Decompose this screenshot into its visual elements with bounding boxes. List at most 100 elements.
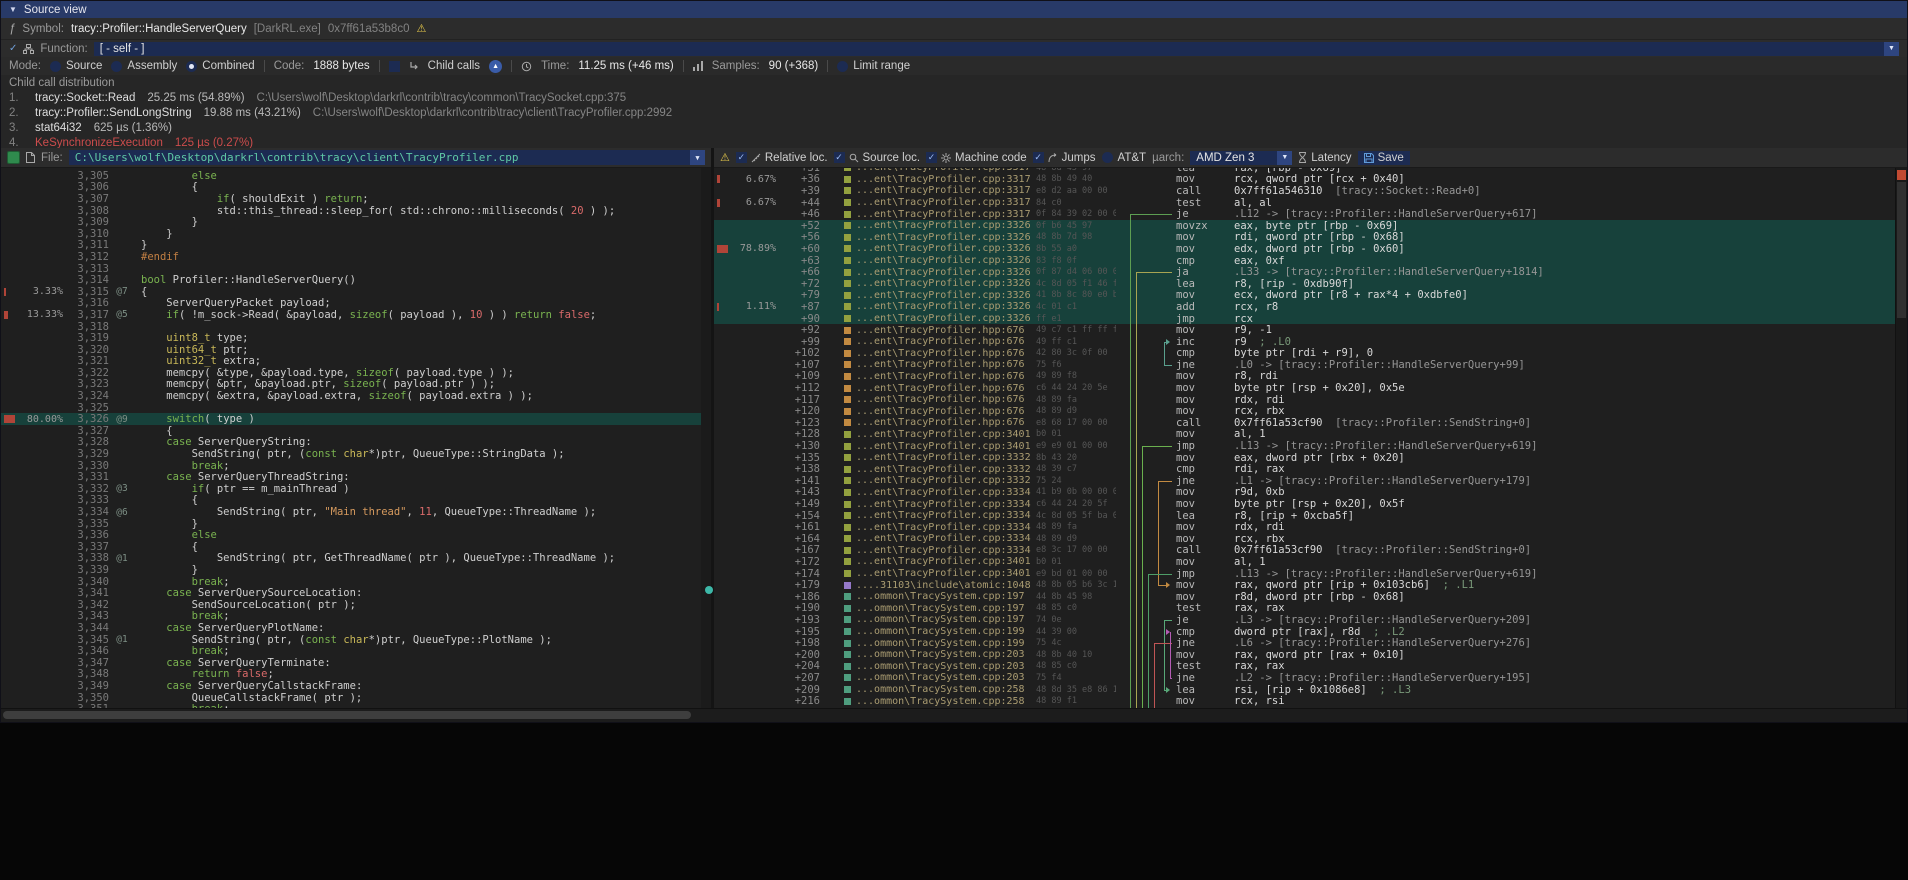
source-line[interactable]: 3,329 SendString( ptr, (const char*)ptr,… — [1, 448, 711, 460]
source-loc-toggle[interactable]: ✓ Source loc. — [834, 152, 921, 164]
source-line[interactable]: 3,335 } — [1, 518, 711, 530]
source-line[interactable]: 3.33%3,315@7{ — [1, 286, 711, 298]
asm-row[interactable]: 78.89%+60...ent\TracyProfiler.cpp:33268b… — [714, 243, 1895, 255]
asm-row[interactable]: +161...ent\TracyProfiler.cpp:333448 89 f… — [714, 521, 1895, 533]
asm-row[interactable]: +52...ent\TracyProfiler.cpp:33260f b6 45… — [714, 220, 1895, 232]
source-line[interactable]: 3,311} — [1, 240, 711, 252]
source-line[interactable]: 13.33%3,317@5 if( !m_sock->Read( &payloa… — [1, 309, 711, 321]
source-line[interactable]: 3,344 case ServerQueryPlotName: — [1, 622, 711, 634]
source-line[interactable]: 3,323 memcpy( &ptr, &payload.ptr, sizeof… — [1, 379, 711, 391]
source-line[interactable]: 3,318 — [1, 321, 711, 333]
source-line[interactable]: 3,322 memcpy( &type, &payload.type, size… — [1, 367, 711, 379]
source-line[interactable]: 3,309 } — [1, 216, 711, 228]
source-line[interactable]: 3,307 if( shouldExit ) return; — [1, 193, 711, 205]
source-line[interactable]: 3,319 uint8_t type; — [1, 332, 711, 344]
att-syntax-radio[interactable]: AT&T — [1102, 152, 1147, 164]
source-line[interactable]: 3,350 QueueCallstackFrame( ptr ); — [1, 692, 711, 704]
source-vertical-scrollbar[interactable] — [701, 168, 711, 708]
source-line[interactable]: 3,305 else — [1, 170, 711, 182]
source-line[interactable]: 3,328 case ServerQueryString: — [1, 437, 711, 449]
asm-row[interactable]: +186...ommon\TracySystem.cpp:19744 8b 45… — [714, 591, 1895, 603]
source-line[interactable]: 3,336 else — [1, 529, 711, 541]
function-combo[interactable]: [ - self - ] ▼ — [94, 42, 1899, 56]
source-line[interactable]: 3,327 { — [1, 425, 711, 437]
chevron-down-icon[interactable]: ▼ — [690, 150, 705, 165]
source-line[interactable]: 3,333 { — [1, 495, 711, 507]
asm-row[interactable]: +174...ent\TracyProfiler.cpp:3401e9 bd 0… — [714, 568, 1895, 580]
source-line[interactable]: 3,332@3 if( ptr == m_mainThread ) — [1, 483, 711, 495]
asm-row[interactable]: 6.67%+44...ent\TracyProfiler.cpp:331784 … — [714, 197, 1895, 209]
source-line[interactable]: 3,343 break; — [1, 611, 711, 623]
asm-row[interactable]: +149...ent\TracyProfiler.cpp:3334c6 44 2… — [714, 498, 1895, 510]
horizontal-scrollbar-thumb[interactable] — [3, 711, 691, 719]
asm-row[interactable]: +198...ommon\TracySystem.cpp:19975 4cjne… — [714, 637, 1895, 649]
source-line[interactable]: 3,340 break; — [1, 576, 711, 588]
titlebar[interactable]: ▼ Source view — [1, 1, 1907, 18]
source-line[interactable]: 3,312#endif — [1, 251, 711, 263]
asm-row[interactable]: +143...ent\TracyProfiler.cpp:333441 b9 0… — [714, 487, 1895, 499]
asm-row[interactable]: +204...ommon\TracySystem.cpp:20348 85 c0… — [714, 661, 1895, 673]
asm-row[interactable]: +63...ent\TracyProfiler.cpp:332683 f8 0f… — [714, 255, 1895, 267]
chevron-down-icon[interactable]: ▼ — [1884, 42, 1899, 56]
asm-row[interactable]: +195...ommon\TracySystem.cpp:19944 39 00… — [714, 626, 1895, 638]
mode-radio-assembly[interactable]: Assembly — [111, 60, 177, 72]
latency-toggle[interactable]: Latency — [1298, 152, 1351, 164]
asm-row[interactable]: +164...ent\TracyProfiler.cpp:333448 89 d… — [714, 533, 1895, 545]
relative-loc-checkbox[interactable]: ✓ — [736, 152, 747, 163]
save-button[interactable]: Save — [1358, 151, 1410, 165]
asm-row[interactable]: +216...ommon\TracySystem.cpp:25848 89 f1… — [714, 695, 1895, 707]
mode-radio-source[interactable]: Source — [50, 60, 102, 72]
asm-row[interactable]: +130...ent\TracyProfiler.cpp:3401e9 e9 0… — [714, 440, 1895, 452]
asm-row[interactable]: +90...ent\TracyProfiler.cpp:3326ff e1jmp… — [714, 313, 1895, 325]
source-line[interactable]: 3,346 break; — [1, 645, 711, 657]
asm-row[interactable]: +79...ent\TracyProfiler.cpp:332641 8b 8c… — [714, 290, 1895, 302]
asm-row[interactable]: 1.11%+87...ent\TracyProfiler.cpp:33264c … — [714, 301, 1895, 313]
scrollbar-thumb[interactable] — [1897, 182, 1906, 318]
source-line[interactable]: 3,341 case ServerQuerySourceLocation: — [1, 587, 711, 599]
source-loc-checkbox[interactable]: ✓ — [834, 152, 845, 163]
uarch-combo[interactable]: AMD Zen 3 ▼ — [1190, 151, 1292, 165]
asm-row[interactable]: +107...ent\TracyProfiler.hpp:67675 f6jne… — [714, 359, 1895, 371]
child-calls-expand-button[interactable]: ▲ — [489, 60, 502, 73]
mode-radio-combined[interactable]: Combined — [186, 60, 254, 72]
machine-code-checkbox[interactable]: ✓ — [926, 152, 937, 163]
asm-row[interactable]: +117...ent\TracyProfiler.hpp:67648 89 fa… — [714, 394, 1895, 406]
source-line[interactable]: 3,347 case ServerQueryTerminate: — [1, 657, 711, 669]
source-line[interactable]: 3,324 memcpy( &extra, &payload.extra, si… — [1, 390, 711, 402]
source-line[interactable]: 3,314bool Profiler::HandleServerQuery() — [1, 274, 711, 286]
source-line[interactable]: 3,337 { — [1, 541, 711, 553]
child-call-entry[interactable]: 4.KeSynchronizeExecution125 µs (0.27%) — [9, 135, 1907, 148]
source-line[interactable]: 3,331 case ServerQueryThreadString: — [1, 471, 711, 483]
machine-code-toggle[interactable]: ✓ Machine code — [926, 152, 1027, 164]
child-call-entry[interactable]: 1.tracy::Socket::Read25.25 ms (54.89%)C:… — [9, 90, 1907, 105]
asm-row[interactable]: +92...ent\TracyProfiler.hpp:67649 c7 c1 … — [714, 324, 1895, 336]
source-line[interactable]: 3,338@1 SendString( ptr, GetThreadName( … — [1, 553, 711, 565]
source-line[interactable]: 3,325 — [1, 402, 711, 414]
asm-row[interactable]: +207...ommon\TracySystem.cpp:20375 f4jne… — [714, 672, 1895, 684]
asm-row[interactable]: +167...ent\TracyProfiler.cpp:3334e8 3c 1… — [714, 545, 1895, 557]
asm-row[interactable]: +135...ent\TracyProfiler.cpp:33328b 43 2… — [714, 452, 1895, 464]
source-line[interactable]: 3,308 std::this_thread::sleep_for( std::… — [1, 205, 711, 217]
asm-row[interactable]: +200...ommon\TracySystem.cpp:20348 8b 40… — [714, 649, 1895, 661]
child-call-entry[interactable]: 3.stat64i32625 µs (1.36%) — [9, 120, 1907, 135]
source-line[interactable]: 3,342 SendSourceLocation( ptr ); — [1, 599, 711, 611]
source-line[interactable]: 3,320 uint64_t ptr; — [1, 344, 711, 356]
source-line[interactable]: 3,345@1 SendString( ptr, (const char*)pt… — [1, 634, 711, 646]
source-line[interactable]: 3,330 break; — [1, 460, 711, 472]
asm-row[interactable]: +120...ent\TracyProfiler.hpp:67648 89 d9… — [714, 405, 1895, 417]
splitter-grip-icon[interactable] — [705, 586, 713, 594]
asm-row[interactable]: +209...ommon\TracySystem.cpp:25848 8d 35… — [714, 684, 1895, 696]
source-line[interactable]: 3,339 } — [1, 564, 711, 576]
asm-row[interactable]: +112...ent\TracyProfiler.hpp:676c6 44 24… — [714, 382, 1895, 394]
asm-row[interactable]: +179....31103\include\atomic:104848 8b 0… — [714, 579, 1895, 591]
source-line[interactable]: 3,334@6 SendString( ptr, "Main thread", … — [1, 506, 711, 518]
jumps-toggle[interactable]: ✓ Jumps — [1033, 152, 1096, 164]
asm-row[interactable]: +193...ommon\TracySystem.cpp:19774 0eje.… — [714, 614, 1895, 626]
file-combo[interactable]: C:\Users\wolf\Desktop\darkrl\contrib\tra… — [69, 150, 705, 165]
chevron-down-icon[interactable]: ▼ — [1277, 151, 1292, 165]
source-line[interactable]: 3,316 ServerQueryPacket payload; — [1, 298, 711, 310]
asm-row[interactable]: +123...ent\TracyProfiler.hpp:676e8 68 17… — [714, 417, 1895, 429]
asm-row[interactable]: +128...ent\TracyProfiler.cpp:3401b0 01mo… — [714, 429, 1895, 441]
asm-row[interactable]: +172...ent\TracyProfiler.cpp:3401b0 01mo… — [714, 556, 1895, 568]
asm-row[interactable]: +56...ent\TracyProfiler.cpp:332648 8b 7d… — [714, 232, 1895, 244]
